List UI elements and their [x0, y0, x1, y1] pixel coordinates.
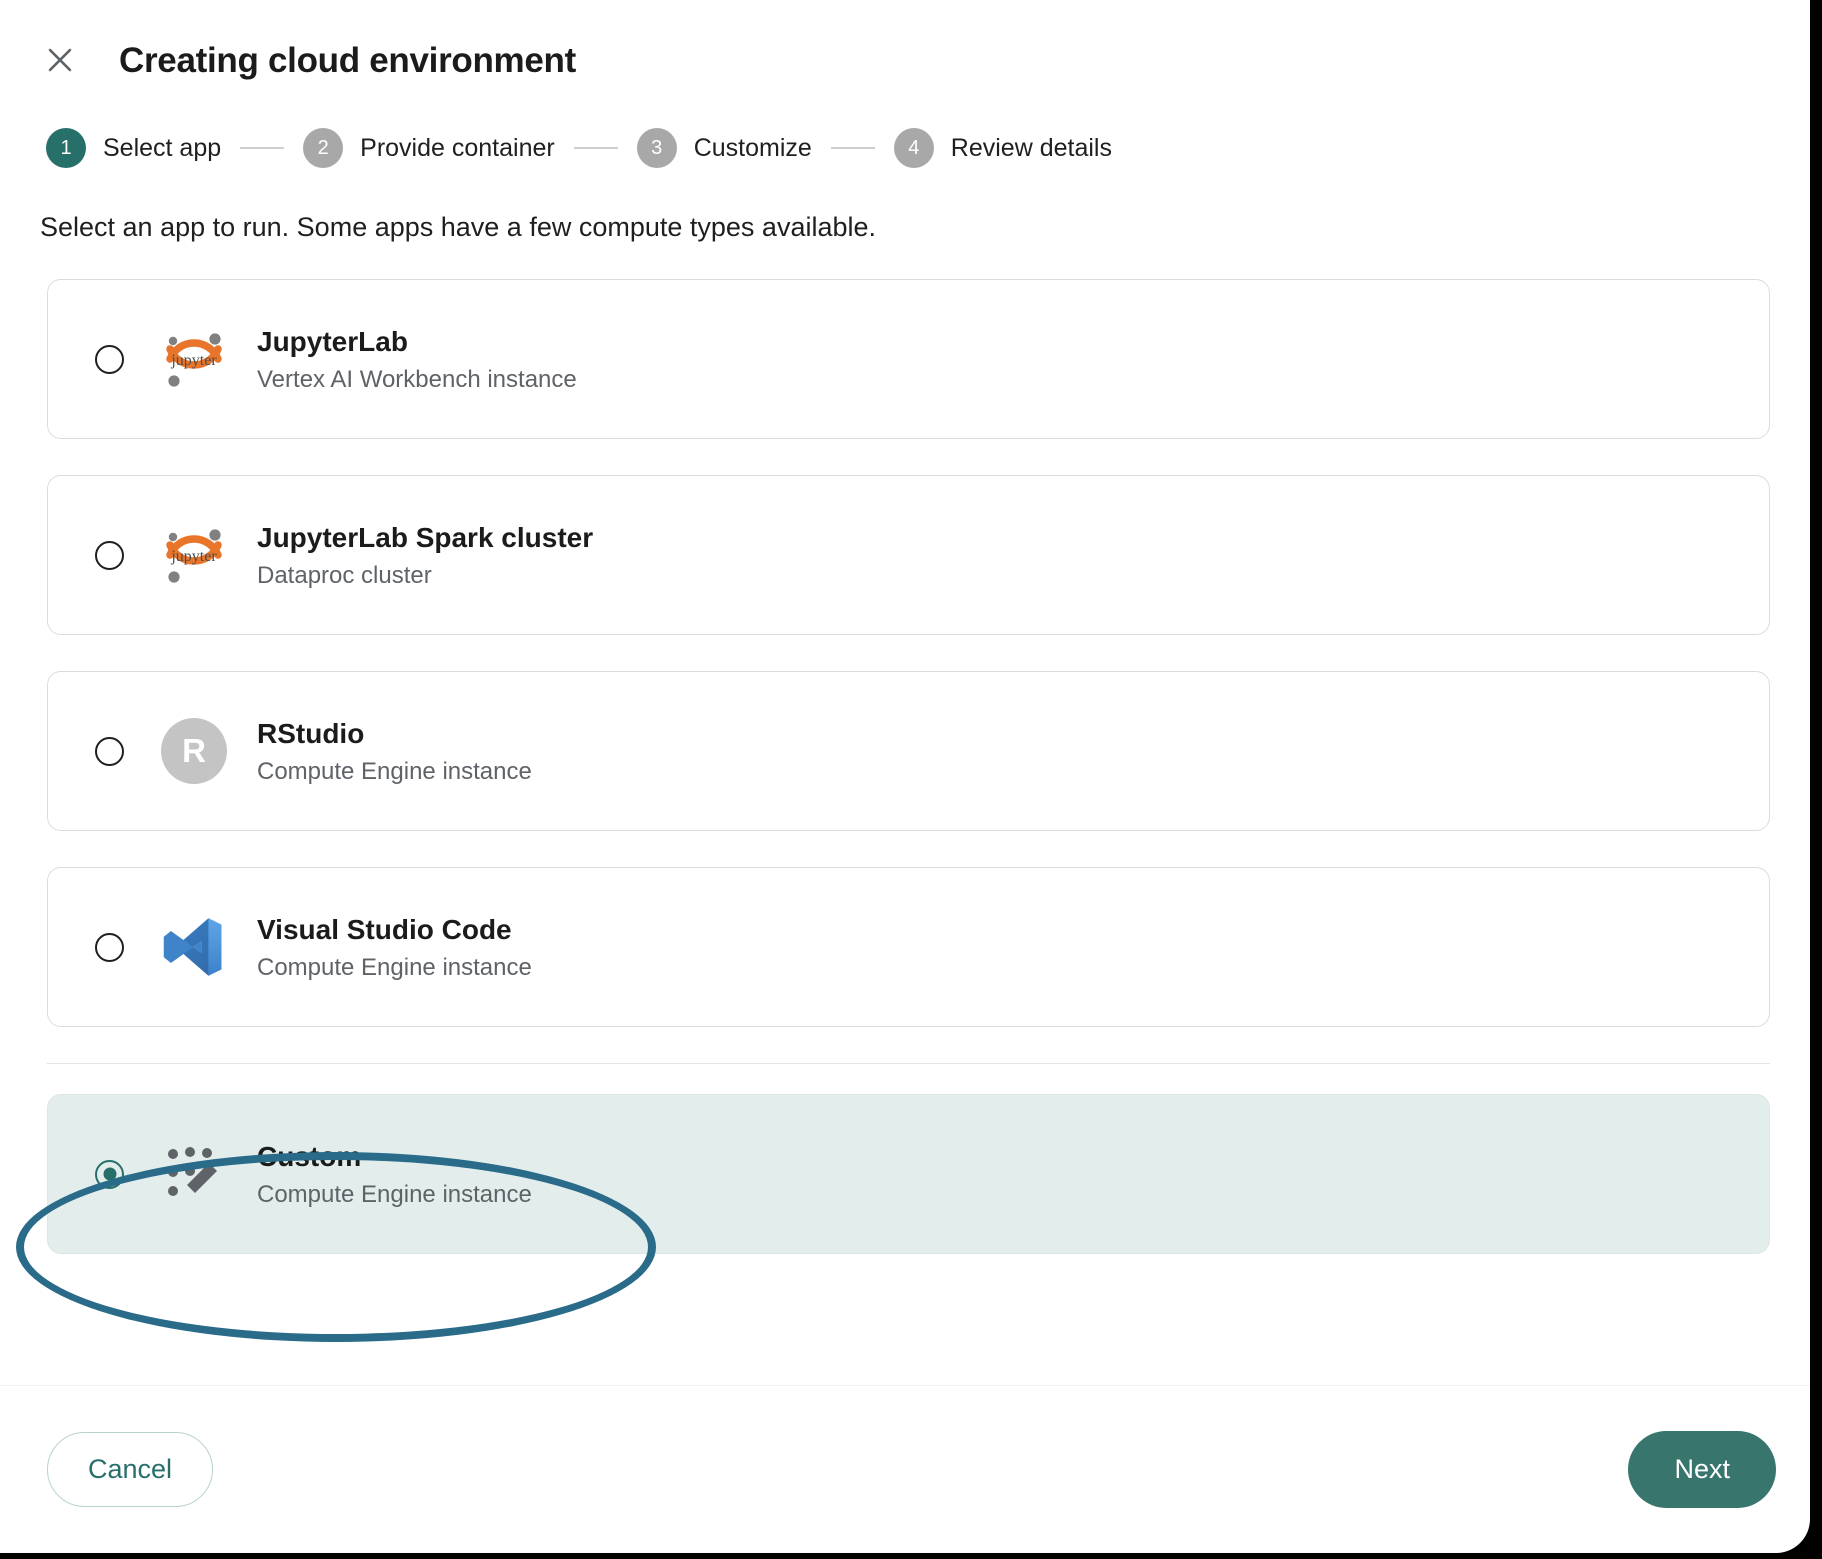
option-text-custom: Custom Compute Engine instance [257, 1139, 532, 1210]
jupyter-logo-glyph: jupyter [166, 529, 222, 583]
jupyter-logo-icon: jupyter [157, 322, 231, 396]
option-text-jupyterlab: JupyterLab Vertex AI Workbench instance [257, 324, 577, 395]
option-title: JupyterLab Spark cluster [257, 521, 594, 553]
create-environment-dialog: Creating cloud environment 1 Select app … [0, 0, 1810, 1553]
option-custom[interactable]: Custom Compute Engine instance [47, 1094, 1770, 1254]
option-subtitle: Dataproc cluster [257, 561, 432, 589]
options-divider [47, 1063, 1770, 1064]
stepper: 1 Select app 2 Provide container 3 Custo… [0, 128, 1810, 168]
option-title: Custom [257, 1140, 362, 1172]
option-rstudio[interactable]: R RStudio Compute Engine instance [47, 671, 1770, 831]
option-visual-studio-code[interactable]: Visual Studio Code Compute Engine instan… [47, 867, 1770, 1027]
step-connector-2 [573, 147, 618, 149]
step-connector-3 [830, 147, 875, 149]
step-2-number: 2 [303, 128, 344, 168]
rstudio-logo-icon: R [157, 714, 231, 788]
option-subtitle: Compute Engine instance [257, 953, 532, 981]
dialog-footer: Cancel Next [0, 1385, 1810, 1553]
radio-jupyterlab-spark-cluster[interactable] [95, 540, 124, 570]
step-3-customize[interactable]: 3 Customize [636, 128, 812, 168]
step-1-label: Select app [103, 133, 222, 162]
option-text-visual-studio-code: Visual Studio Code Compute Engine instan… [257, 912, 532, 983]
step-2-provide-container[interactable]: 2 Provide container [303, 128, 555, 168]
section-description: Select an app to run. Some apps have a f… [40, 212, 877, 242]
option-title: Visual Studio Code [257, 913, 512, 945]
step-3-number: 3 [636, 128, 677, 168]
close-icon[interactable] [38, 38, 82, 82]
step-4-number: 4 [893, 128, 934, 168]
option-title: RStudio [257, 717, 365, 749]
step-4-label: Review details [950, 133, 1112, 162]
radio-custom[interactable] [95, 1159, 124, 1189]
option-subtitle: Vertex AI Workbench instance [257, 365, 577, 393]
cancel-button[interactable]: Cancel [47, 1431, 214, 1507]
option-subtitle: Compute Engine instance [257, 757, 532, 785]
close-icon-glyph [48, 48, 72, 72]
app-options-list: jupyter JupyterLab Vertex AI Workbench i… [0, 279, 1810, 1027]
option-subtitle: Compute Engine instance [257, 1180, 532, 1208]
jupyter-logo-glyph: jupyter [166, 333, 222, 387]
radio-rstudio[interactable] [95, 736, 124, 766]
jupyter-logo-icon: jupyter [157, 518, 231, 592]
step-2-label: Provide container [360, 133, 555, 162]
step-connector-1 [240, 147, 285, 149]
page-title: Creating cloud environment [119, 40, 576, 80]
vscode-logo-icon [157, 910, 231, 984]
step-1-number: 1 [46, 128, 86, 168]
option-title: JupyterLab [257, 325, 408, 357]
option-jupyterlab-spark-cluster[interactable]: jupyter JupyterLab Spark cluster Datapro… [47, 475, 1770, 635]
option-jupyterlab[interactable]: jupyter JupyterLab Vertex AI Workbench i… [47, 279, 1770, 439]
option-text-jupyterlab-spark-cluster: JupyterLab Spark cluster Dataproc cluste… [257, 520, 593, 591]
radio-jupyterlab[interactable] [95, 344, 124, 374]
step-4-review-details[interactable]: 4 Review details [893, 128, 1112, 168]
rstudio-badge-letter: R [161, 718, 227, 784]
vscode-logo-glyph [163, 918, 222, 976]
svg-text:jupyter: jupyter [170, 548, 217, 565]
custom-option-group: Custom Compute Engine instance [0, 1094, 1810, 1254]
magic-wand-glyph [168, 1147, 217, 1196]
radio-visual-studio-code[interactable] [95, 932, 124, 962]
step-1-select-app[interactable]: 1 Select app [46, 128, 221, 168]
step-3-label: Customize [693, 133, 812, 162]
svg-text:jupyter: jupyter [170, 352, 217, 369]
next-button[interactable]: Next [1628, 1430, 1776, 1508]
magic-wand-icon [157, 1137, 231, 1211]
dialog-header: Creating cloud environment [0, 0, 1810, 86]
option-text-rstudio: RStudio Compute Engine instance [257, 716, 532, 787]
